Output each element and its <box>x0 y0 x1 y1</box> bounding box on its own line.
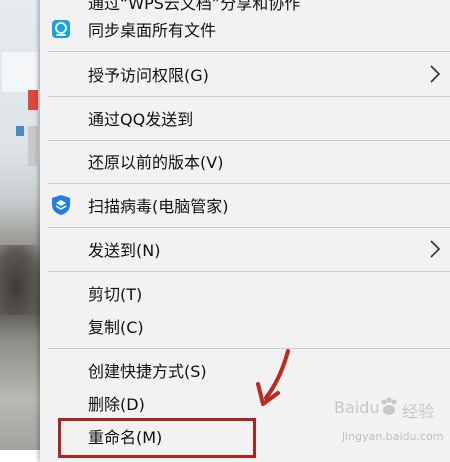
menu-separator <box>48 227 450 228</box>
desktop-icon[interactable] <box>28 126 38 166</box>
menu-separator <box>48 183 450 184</box>
menu-item-send-to[interactable]: 发送到(N) <box>40 234 450 264</box>
menu-separator <box>48 140 450 141</box>
menu-item-label: 通过QQ发送到 <box>88 110 194 129</box>
menu-item-restore-versions[interactable]: 还原以前的版本(V) <box>40 146 450 176</box>
rename-highlight-box <box>58 418 256 458</box>
menu-item-label: 发送到(N) <box>88 241 161 260</box>
chevron-right-icon <box>428 64 442 84</box>
menu-item-copy[interactable]: 复制(C) <box>40 311 450 341</box>
menu-item-grant-access[interactable]: 授予访问权限(G) <box>40 59 450 89</box>
menu-item-label: 扫描病毒(电脑管家) <box>88 197 229 216</box>
menu-item-label: 授予访问权限(G) <box>88 66 209 85</box>
tencent-shield-icon <box>50 194 72 216</box>
chevron-right-icon <box>428 239 442 259</box>
menu-separator <box>48 51 450 52</box>
menu-item-label: 剪切(T) <box>88 285 143 304</box>
wallpaper-rock <box>0 245 40 315</box>
desktop-icon[interactable] <box>28 90 38 110</box>
menu-item-label: 复制(C) <box>88 318 144 337</box>
desktop-icon[interactable] <box>16 126 24 136</box>
menu-item-label: 删除(D) <box>88 395 145 414</box>
paw-icon <box>378 396 400 422</box>
menu-separator <box>48 96 450 97</box>
annotation-arrow-icon <box>250 348 300 410</box>
watermark-product: 经验 <box>402 402 435 421</box>
menu-item-scan-virus[interactable]: 扫描病毒(电脑管家) <box>40 190 450 220</box>
menu-separator <box>48 348 450 349</box>
watermark-url: jingyan.baidu.com <box>342 430 444 443</box>
watermark-brand: Baidu <box>334 398 380 417</box>
menu-item-label: 通过“WPS云文档”分享和协作 <box>88 0 301 13</box>
menu-item-send-via-qq[interactable]: 通过QQ发送到 <box>40 103 450 133</box>
menu-item-cut[interactable]: 剪切(T) <box>40 278 450 308</box>
menu-item-label: 创建快捷方式(S) <box>88 362 207 381</box>
menu-item-label: 还原以前的版本(V) <box>88 153 224 172</box>
context-menu: 通过“WPS云文档”分享和协作 同步桌面所有文件 授予访问权限(G) 通过QQ发… <box>40 0 450 462</box>
menu-item-create-shortcut[interactable]: 创建快捷方式(S) <box>40 355 450 385</box>
menu-separator <box>48 271 450 272</box>
menu-item-label: 同步桌面所有文件 <box>88 21 217 40</box>
menu-item-sync-desktop[interactable]: 同步桌面所有文件 <box>40 14 450 44</box>
desktop-icon[interactable] <box>2 52 38 92</box>
qq-sync-icon <box>50 18 72 40</box>
